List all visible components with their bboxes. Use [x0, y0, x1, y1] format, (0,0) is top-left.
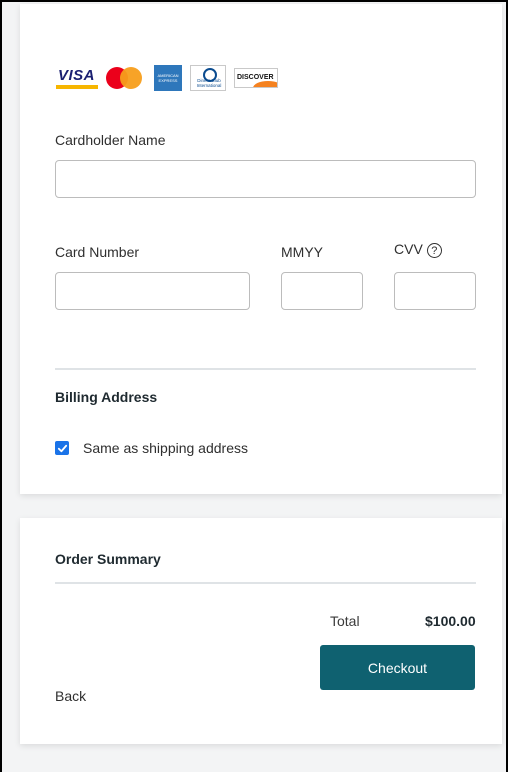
visa-logo: VISA	[56, 67, 98, 89]
checkout-button[interactable]: Checkout	[320, 645, 475, 690]
billing-divider	[55, 368, 476, 370]
cardholder-name-label: Cardholder Name	[55, 132, 166, 148]
summary-divider	[55, 582, 476, 584]
cvv-label-group: CVV?	[394, 241, 442, 258]
mmyy-label: MMYY	[281, 244, 323, 260]
payment-card: VISA AMERICAN EXPRESS Diners Club Intern…	[20, 4, 502, 494]
diners-club-text: Diners Club International	[196, 78, 222, 88]
order-summary-card: Order Summary Total $100.00 Back Checkou…	[20, 518, 502, 744]
card-number-input[interactable]	[55, 272, 250, 310]
same-as-shipping-checkbox[interactable]	[55, 441, 69, 455]
discover-logo-text: DISCOVER	[237, 74, 274, 81]
visa-logo-text: VISA	[58, 67, 96, 84]
visa-logo-bar	[56, 85, 98, 89]
card-number-label: Card Number	[55, 244, 140, 260]
total-value: $100.00	[425, 613, 476, 629]
order-summary-title: Order Summary	[55, 551, 161, 567]
diners-club-logo: Diners Club International	[190, 65, 226, 91]
cvv-input[interactable]	[394, 272, 476, 310]
discover-swoosh	[253, 81, 277, 87]
mmyy-input[interactable]	[281, 272, 363, 310]
same-as-shipping-label[interactable]: Same as shipping address	[83, 440, 248, 456]
back-link[interactable]: Back	[55, 688, 86, 704]
help-circle-icon[interactable]: ?	[426, 242, 442, 258]
checkmark-icon	[57, 444, 67, 452]
amex-logo-text: AMERICAN EXPRESS	[157, 73, 179, 83]
page-frame: VISA AMERICAN EXPRESS Diners Club Intern…	[0, 0, 508, 772]
total-label: Total	[330, 613, 360, 629]
card-brand-logos: VISA AMERICAN EXPRESS Diners Club Intern…	[56, 65, 278, 91]
mastercard-logo	[106, 65, 146, 91]
amex-logo: AMERICAN EXPRESS	[154, 65, 182, 91]
cardholder-name-input[interactable]	[55, 160, 476, 198]
billing-address-title: Billing Address	[55, 389, 158, 405]
mastercard-orange-circle	[120, 67, 142, 89]
cvv-label: CVV	[394, 241, 423, 257]
discover-logo: DISCOVER	[234, 68, 278, 88]
